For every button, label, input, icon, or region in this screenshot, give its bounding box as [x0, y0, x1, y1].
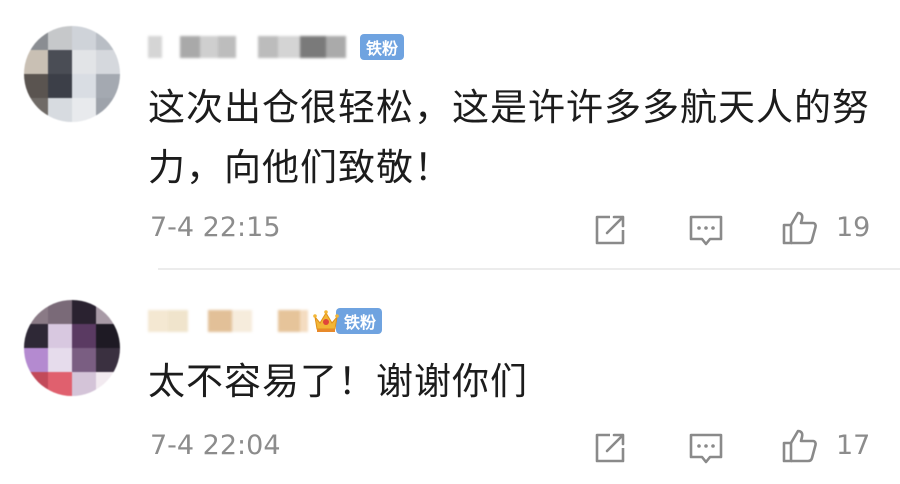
avatar[interactable] — [24, 26, 120, 122]
fan-badge: 铁粉 — [360, 34, 405, 60]
fan-badge: 铁粉 — [336, 308, 383, 334]
like-count: 19 — [836, 212, 871, 243]
username-row[interactable]: 铁粉 — [148, 306, 383, 336]
thumbs-up-icon[interactable] — [780, 426, 820, 466]
username-redacted — [148, 36, 356, 58]
avatar[interactable] — [24, 300, 120, 396]
comment-item: 铁粉 太不容易了！谢谢你们 7-4 22:04 17 — [0, 270, 900, 484]
timestamp: 7-4 22:04 — [150, 430, 281, 461]
crown-icon — [312, 307, 340, 335]
thumbs-up-icon[interactable] — [780, 208, 820, 248]
timestamp: 7-4 22:15 — [150, 212, 281, 243]
username-row[interactable]: 铁粉 — [148, 32, 405, 62]
username-redacted — [148, 310, 308, 332]
comment-icon[interactable] — [686, 428, 726, 468]
comment-text: 这次出仓很轻松，这是许许多多航天人的努力，向他们致敬！ — [148, 86, 870, 189]
like-count: 17 — [836, 430, 871, 461]
comment-icon[interactable] — [686, 210, 726, 250]
comment-item: 铁粉 这次出仓很轻松，这是许许多多航天人的努力，向他们致敬！ 7-4 22:15… — [0, 0, 900, 270]
share-icon[interactable] — [590, 428, 630, 468]
share-icon[interactable] — [590, 210, 630, 250]
comment-text: 太不容易了！谢谢你们 — [148, 360, 528, 403]
